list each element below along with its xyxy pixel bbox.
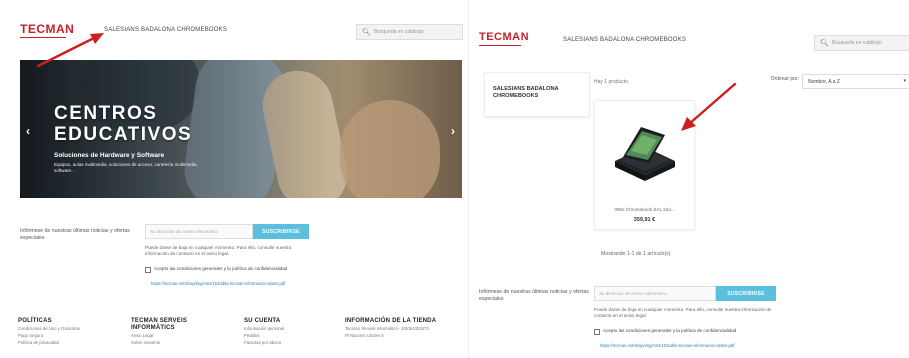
consent-checkbox-row[interactable]: Acepto las condiciones generales y la po… — [594, 328, 774, 335]
logo-underline — [20, 37, 66, 38]
product-card[interactable]: 300e Chromebook SAL 2nd... 359,91 € — [594, 100, 695, 230]
store-title[interactable]: SALESIANS BADALONA CHROMEBOOKS — [104, 27, 227, 33]
newsletter-label: Infórmese de nuestras últimas noticias y… — [20, 228, 130, 241]
search-icon: 🔍︎ — [820, 40, 829, 47]
footer-link[interactable]: Facturas por abono — [244, 339, 334, 346]
footer-heading: SU CUENTA — [244, 318, 281, 324]
footer-col-politicas: POLÍTICAS Condiciones de Uso y Garantías… — [18, 318, 118, 346]
hero-title: CENTROS EDUCATIVOS — [54, 103, 192, 145]
subscribe-button[interactable]: SUSCRIBIRSE — [253, 224, 309, 239]
laptop-image — [615, 127, 675, 181]
consent-checkbox-row[interactable]: Acepto las condiciones generales y la po… — [145, 266, 315, 273]
consent-label: Acepto las condiciones generales y la po… — [154, 266, 288, 271]
footer-link[interactable]: Condiciones de Uso y Garantías — [18, 325, 118, 332]
search-input[interactable]: 🔍︎ Búsqueda en catálogo — [814, 35, 909, 51]
newsletter-note: Puede darse de baja en cualquier momento… — [594, 307, 772, 318]
right-screenshot-panel: TECMAN SALESIANS BADALONA CHROMEBOOKS 🔍︎… — [468, 0, 909, 358]
footer-heading: POLÍTICAS — [18, 318, 52, 324]
tecman-logo[interactable]: TECMAN — [20, 22, 74, 36]
newsletter-email-input[interactable]: Su dirección de correo electrónico — [594, 286, 716, 301]
footer-text: Pl Nacions Unides 6 — [345, 333, 384, 338]
logo-underline — [479, 45, 521, 46]
sort-label: Ordenar por: — [770, 76, 799, 82]
chevron-down-icon: ▾ — [903, 78, 906, 84]
showing-count: Mostrando 1-1 de 1 artículo(s) — [601, 251, 671, 257]
subscribe-button[interactable]: SUSCRIBIRSE — [716, 286, 776, 301]
footer-link[interactable]: Pedidos — [244, 332, 334, 339]
footer-link[interactable]: Información personal — [244, 325, 334, 332]
left-screenshot-panel: TECMAN SALESIANS BADALONA CHROMEBOOKS 🔍︎… — [0, 0, 463, 358]
search-placeholder: Búsqueda en catálogo — [831, 40, 882, 46]
hero-title-line2: EDUCATIVOS — [54, 124, 193, 145]
footer-heading: INFORMACIÓN DE LA TIENDA — [345, 318, 437, 324]
footer-col-cuenta: SU CUENTA Información personal Pedidos F… — [244, 318, 334, 346]
hero-title-line1: CENTROS — [54, 103, 158, 124]
product-count: Hay 1 producto. — [594, 79, 630, 85]
newsletter-note: Puede darse de baja en cualquier momento… — [145, 245, 292, 256]
search-icon: 🔍︎ — [362, 29, 371, 36]
newsletter-label: Infórmese de nuestras últimas noticias y… — [479, 289, 589, 302]
search-input[interactable]: 🔍︎ Búsqueda en catálogo — [356, 24, 463, 40]
footer-link[interactable]: Política de privacidad — [18, 339, 118, 346]
hero-prev-arrow[interactable]: ‹ — [26, 124, 30, 138]
sort-value: Nombre, A a Z — [808, 79, 840, 85]
footer-link[interactable]: Pago Seguro — [18, 332, 118, 339]
product-price: 359,91 € — [633, 217, 656, 223]
consent-label: Acepto las condiciones generales y la po… — [603, 328, 737, 333]
footer-heading: TECMAN SERVEIS INFORMÀTICS — [131, 318, 188, 331]
privacy-pdf-link[interactable]: https://tecman.net/shop/img/cms/151tabla… — [600, 343, 750, 349]
privacy-pdf-link[interactable]: https://tecman.net/shop/img/cms/151tabla… — [151, 281, 301, 287]
newsletter-email-input[interactable]: Su dirección de correo electrónico — [145, 224, 253, 239]
checkbox-icon[interactable] — [145, 266, 151, 273]
product-name[interactable]: 300e Chromebook SAL 2nd... — [595, 207, 694, 212]
tecman-logo[interactable]: TECMAN — [479, 31, 529, 43]
sort-select[interactable]: Nombre, A a Z ▾ — [802, 74, 909, 89]
store-title[interactable]: SALESIANS BADALONA CHROMEBOOKS — [563, 37, 686, 43]
footer-col-tecman: TECMAN SERVEIS INFORMÀTICS Aviso Legal S… — [131, 318, 219, 346]
hero-banner[interactable]: CENTROS EDUCATIVOS Soluciones de Hardwar… — [20, 60, 462, 198]
footer-text: Tecman Serveis Informàtics - ES061353470 — [345, 326, 429, 331]
footer-col-tienda: INFORMACIÓN DE LA TIENDA Tecman Serveis … — [345, 318, 463, 339]
hero-next-arrow[interactable]: › — [451, 124, 455, 138]
category-box[interactable]: SALESIANS BADALONA CHROMEBOOKS — [484, 72, 590, 117]
footer-link[interactable]: Aviso Legal — [131, 332, 219, 339]
hero-description: Equipos, aulas multimedia, soluciones de… — [54, 162, 198, 173]
footer-link[interactable]: Sobre nosotros — [131, 339, 219, 346]
search-placeholder: Búsqueda en catálogo — [373, 29, 424, 35]
checkbox-icon[interactable] — [594, 328, 600, 335]
hero-subtitle: Soluciones de Hardware y Software — [54, 152, 165, 159]
